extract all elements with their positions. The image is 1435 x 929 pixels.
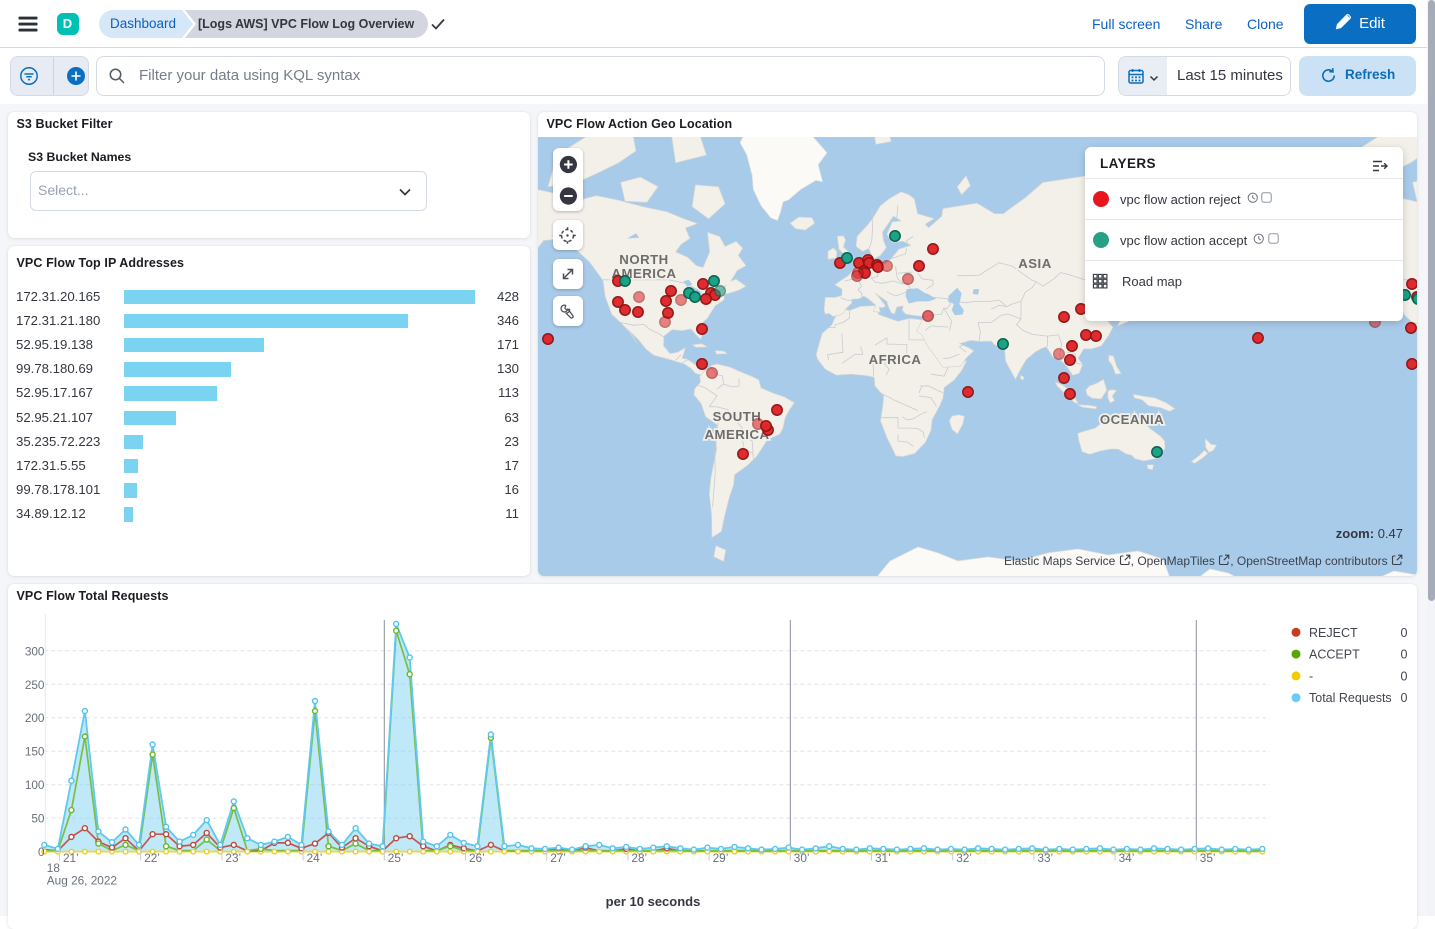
svg-text:35’: 35’ xyxy=(1200,851,1216,865)
svg-text:200: 200 xyxy=(25,711,45,725)
svg-text:0: 0 xyxy=(1401,669,1408,683)
svg-text:OCEANIA: OCEANIA xyxy=(1100,412,1164,427)
svg-text:27’: 27’ xyxy=(550,851,566,865)
svg-text:Total Requests: Total Requests xyxy=(1309,691,1392,705)
svg-text:23’: 23’ xyxy=(225,851,241,865)
svg-text:150: 150 xyxy=(25,745,45,759)
svg-text:34’: 34’ xyxy=(1119,851,1135,865)
svg-text:ACCEPT: ACCEPT xyxy=(1309,648,1360,662)
svg-text:22’: 22’ xyxy=(144,851,160,865)
svg-text:AFRICA: AFRICA xyxy=(869,352,922,367)
svg-text:250: 250 xyxy=(25,678,45,692)
svg-text:50: 50 xyxy=(31,812,45,826)
svg-text:31’: 31’ xyxy=(875,851,891,865)
svg-text:32’: 32’ xyxy=(956,851,972,865)
svg-text:30’: 30’ xyxy=(794,851,810,865)
svg-text:26’: 26’ xyxy=(469,851,485,865)
svg-text:0: 0 xyxy=(1401,691,1408,705)
svg-text:Aug 26, 2022: Aug 26, 2022 xyxy=(47,874,117,888)
svg-text:25’: 25’ xyxy=(388,851,404,865)
svg-text:24’: 24’ xyxy=(307,851,323,865)
svg-text:REJECT: REJECT xyxy=(1309,626,1358,640)
svg-text:0: 0 xyxy=(1401,626,1408,640)
svg-text:ASIA: ASIA xyxy=(1018,256,1052,271)
svg-text:29’: 29’ xyxy=(713,851,729,865)
svg-text:0: 0 xyxy=(38,845,45,859)
svg-text:0: 0 xyxy=(1401,648,1408,662)
svg-text:NORTH: NORTH xyxy=(619,252,668,267)
svg-text:-: - xyxy=(1309,669,1313,683)
svg-text:per 10 seconds: per 10 seconds xyxy=(606,894,701,909)
svg-text:28’: 28’ xyxy=(631,851,647,865)
svg-text:21’: 21’ xyxy=(63,851,79,865)
svg-text:100: 100 xyxy=(25,778,45,792)
svg-text:300: 300 xyxy=(25,644,45,658)
svg-text:33’: 33’ xyxy=(1037,851,1053,865)
